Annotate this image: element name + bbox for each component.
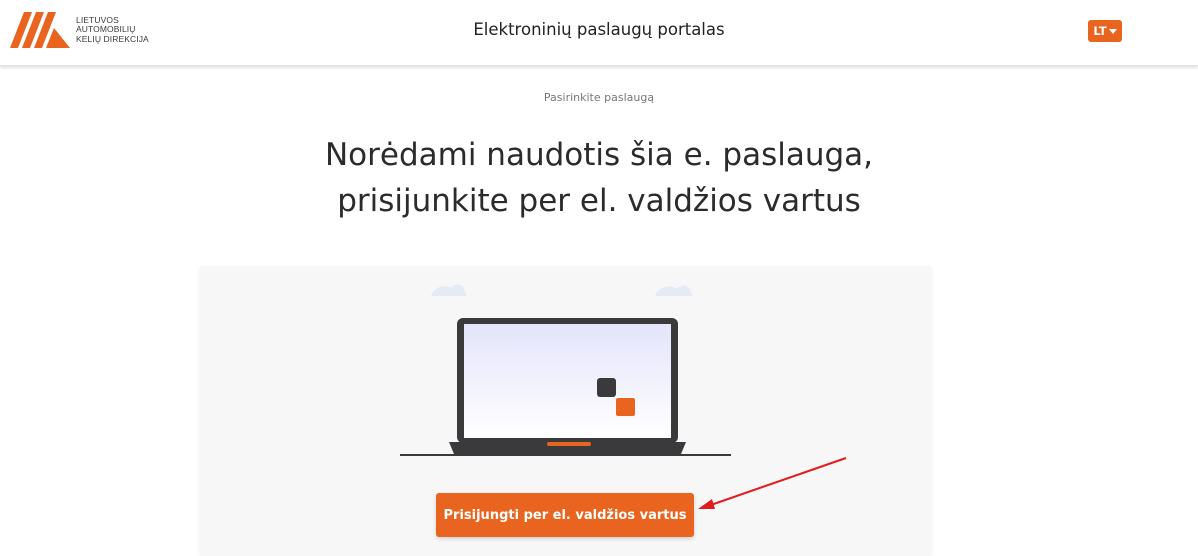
dark-square xyxy=(597,378,616,397)
page-title: Norėdami naudotis šia e. paslauga, prisi… xyxy=(0,132,1198,224)
breadcrumb[interactable]: Pasirinkite paslaugą xyxy=(0,91,1198,104)
language-selector[interactable]: LT xyxy=(1088,20,1122,42)
orange-square xyxy=(616,398,635,416)
portal-title: Elektroninių paslaugų portalas xyxy=(473,20,725,39)
cloud-icon-left xyxy=(431,284,467,296)
laptop-illustration xyxy=(400,284,731,456)
page-title-line-2: prisijunkite per el. valdžios vartus xyxy=(337,183,861,219)
cloud-icon-right xyxy=(655,285,693,296)
login-evaldzios-vartai-button[interactable]: Prisijungti per el. valdžios vartus xyxy=(436,493,694,537)
top-header: LIETUVOS AUTOMOBILIŲ KELIŲ DIREKCIJA Ele… xyxy=(0,0,1198,66)
page-title-line-1: Norėdami naudotis šia e. paslauga, xyxy=(324,137,874,173)
caret-down-icon xyxy=(1108,28,1117,34)
laptop-screen xyxy=(464,324,671,438)
laptop-trackpad xyxy=(547,442,591,446)
language-label: LT xyxy=(1093,24,1107,38)
